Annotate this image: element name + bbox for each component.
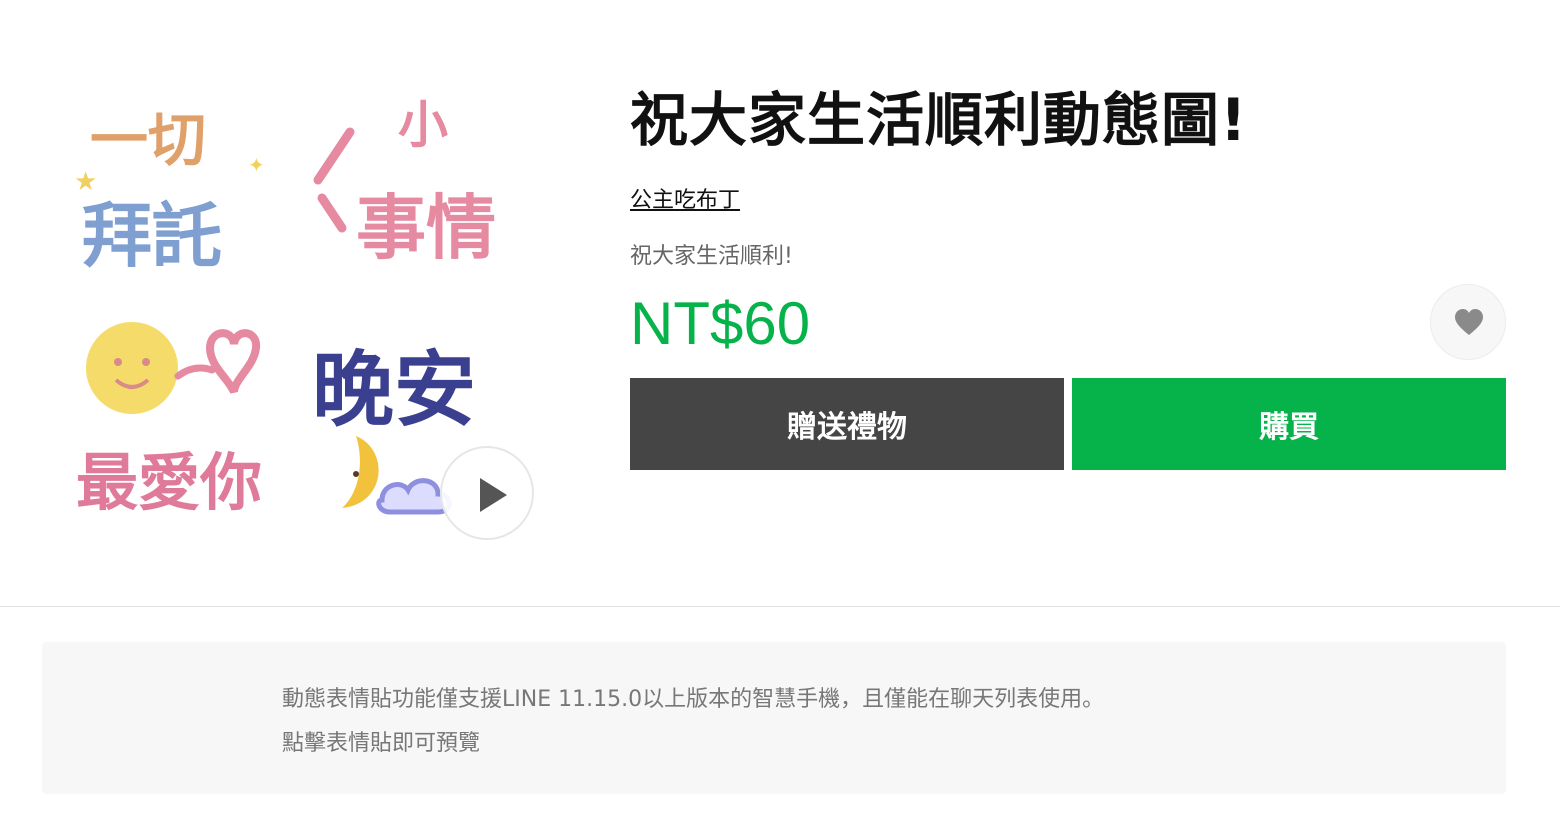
sun-face-icon [86, 322, 178, 414]
sparkle-icon: ★ [74, 167, 97, 197]
sparkle-icon: ✦ [248, 153, 265, 177]
favorite-button[interactable] [1430, 283, 1506, 360]
notice-box: 動態表情貼功能僅支援LINE 11.15.0以上版本的智慧手機，且僅能在聊天列表… [42, 642, 1506, 794]
play-preview-button[interactable] [440, 446, 534, 540]
sticker-2-line2: 事情 [356, 187, 496, 269]
product-description: 祝大家生活順利! [630, 243, 793, 269]
heart-doodle-icon [205, 329, 261, 394]
stroke-mark [317, 193, 347, 233]
sticker-3-line2: 最愛你 [76, 446, 262, 519]
sticker-preview[interactable]: 一切 拜託 ★ ✦ 小 事情 最愛你 晚安 [60, 80, 540, 560]
moon-icon [342, 436, 379, 508]
buy-button[interactable]: 購買 [1072, 377, 1506, 470]
notice-line-2: 點擊表情貼即可預覽 [282, 731, 481, 756]
product-title: 祝大家生活順利動態圖! [630, 86, 1248, 154]
action-buttons: 贈送禮物 購買 [630, 377, 1506, 470]
sticker-1-line1: 一切 [90, 106, 206, 174]
stroke-mark [313, 127, 355, 185]
cloud-icon [376, 478, 452, 515]
author-link[interactable]: 公主吃布丁 [630, 182, 740, 214]
sticker-4-line1: 晚安 [312, 343, 476, 438]
section-divider [0, 606, 1560, 607]
play-icon [480, 478, 507, 512]
sticker-1-line2: 拜託 [82, 195, 222, 277]
heart-icon [1455, 308, 1483, 335]
notice-line-1: 動態表情貼功能僅支援LINE 11.15.0以上版本的智慧手機，且僅能在聊天列表… [282, 687, 1105, 712]
sticker-2-line1: 小 [398, 96, 448, 154]
sticker-product-page: 一切 拜託 ★ ✦ 小 事情 最愛你 晚安 祝大家生活順利動態圖! 公主吃布丁 … [0, 0, 1560, 820]
product-price: NT$60 [630, 289, 811, 357]
product-info: 祝大家生活順利動態圖! 公主吃布丁 祝大家生活順利! NT$60 贈送禮物 購買 [630, 86, 1506, 470]
gift-button[interactable]: 贈送禮物 [630, 377, 1064, 470]
price-row: NT$60 [630, 283, 1506, 364]
